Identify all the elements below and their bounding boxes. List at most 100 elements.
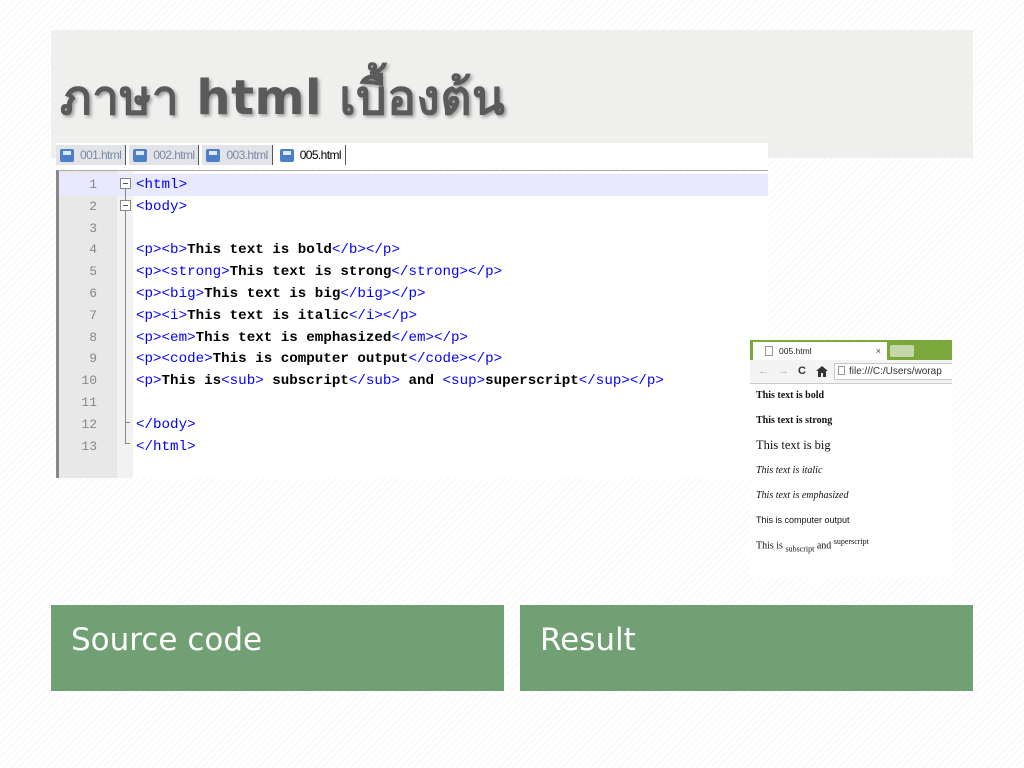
new-tab-button[interactable] [890, 345, 914, 357]
output-big: This text is big [756, 438, 831, 452]
output-sub-prefix: This is [756, 540, 783, 552]
caption-source-code-text: Source code [71, 622, 263, 658]
editor-tab-005[interactable]: 005.html [275, 145, 346, 165]
editor-tab-002[interactable]: 002.html [129, 145, 200, 165]
code-text-token: This text is big [204, 286, 341, 302]
code-text: <p>This is<sub> subscript</sub> and <sup… [136, 370, 664, 392]
code-tag-token: <html> [136, 177, 188, 193]
output-and: and [816, 540, 832, 552]
code-line[interactable]: 11 [59, 392, 768, 414]
editor-tab-003[interactable]: 003.html [202, 145, 273, 165]
browser-tab-title: 005.html [779, 346, 812, 356]
editor-tab-001[interactable]: 001.html [56, 145, 127, 165]
code-tag-token: </sub> [348, 373, 400, 390]
page-icon [765, 346, 773, 356]
code-tag-token: <sup> [442, 373, 486, 390]
back-arrow-icon[interactable]: ← [758, 365, 769, 377]
code-text: <p><big>This text is big</big></p> [136, 283, 426, 305]
code-tag-token: </em></p> [391, 329, 469, 346]
code-text-token: This text is emphasized [195, 329, 392, 346]
code-tag-token: <body> [136, 198, 188, 215]
fold-toggle-icon[interactable] [120, 178, 131, 189]
code-text: <p><code>This is computer output</code><… [136, 348, 502, 370]
save-file-icon [206, 148, 221, 162]
code-text: <html> [136, 174, 187, 196]
code-tag-token: <p><strong> [136, 264, 230, 281]
line-number: 2 [89, 198, 97, 214]
code-tag-token: </code></p> [408, 351, 503, 368]
line-number: 10 [81, 373, 97, 389]
caption-result: Result [520, 605, 973, 691]
code-tag-token: </strong></p> [391, 264, 503, 281]
line-number: 5 [89, 264, 97, 280]
code-editor[interactable]: 1 <html> 2 <body> 3 4 <p><b>This text is bold<… [56, 170, 768, 478]
forward-arrow-icon[interactable]: → [778, 365, 789, 377]
code-line[interactable]: 10 <p>This is<sub> subscript</sub> and <s… [59, 370, 768, 392]
line-number: 4 [89, 242, 97, 258]
editor-tab-label: 002.html [153, 148, 195, 162]
save-file-icon [279, 148, 294, 162]
browser-tab-bar: 005.html × [750, 340, 952, 360]
fold-toggle-icon[interactable] [120, 200, 131, 211]
code-line[interactable]: 4 <p><b>This text is bold</b></p> [59, 239, 768, 261]
address-bar[interactable]: file:///C:/Users/worap [834, 363, 952, 380]
line-number: 7 [89, 307, 97, 323]
code-line[interactable]: 13 </html> [59, 436, 768, 458]
code-tag-token: </i></p> [348, 307, 417, 324]
code-tag-token: </body> [136, 416, 196, 433]
code-text-token: This is computer output [212, 351, 409, 368]
fold-guide-line [125, 189, 126, 200]
code-tag-token: <p> [136, 373, 162, 390]
line-number: 1 [89, 177, 97, 192]
line-number: 9 [89, 351, 97, 367]
output-bold: This text is bold [756, 390, 825, 401]
fold-guide-end [125, 422, 130, 423]
line-number: 13 [81, 438, 97, 454]
line-number: 11 [81, 395, 97, 410]
code-line[interactable]: 6 <p><big>This text is big</big></p> [59, 283, 768, 305]
editor-tab-label: 001.html [80, 148, 122, 162]
code-line[interactable]: 5 <p><strong>This text is strong</strong>… [59, 261, 768, 283]
caption-result-text: Result [540, 622, 636, 658]
code-tag-token: </big></p> [340, 286, 426, 302]
code-tag-token: </b></p> [331, 242, 400, 259]
close-icon[interactable]: × [876, 342, 881, 360]
code-tag-token: </sup></p> [578, 373, 664, 390]
code-text: </body> [136, 414, 196, 436]
editor-tab-label: 003.html [226, 148, 268, 162]
save-file-icon [133, 148, 148, 162]
url-text: file:///C:/Users/worap [849, 366, 942, 377]
page-icon [838, 366, 845, 375]
line-number: 3 [89, 220, 97, 236]
code-tag-token: <p><i> [136, 307, 188, 324]
browser-window: 005.html × ← → C file:///C:/Users/worap … [750, 340, 952, 578]
browser-toolbar: ← → C file:///C:/Users/worap [750, 360, 952, 384]
output-subscript: subscript [785, 544, 815, 554]
code-tag-token: </html> [136, 438, 196, 455]
code-line[interactable]: 1 <html> [59, 174, 768, 196]
output-superscript: superscript [833, 537, 869, 546]
code-line[interactable]: 8 <p><em>This text is emphasized</em></p> [59, 327, 768, 349]
home-icon[interactable] [816, 366, 828, 377]
output-emphasized: This text is emphasized [756, 490, 849, 501]
code-tag-token: <p><b> [136, 242, 188, 259]
code-line[interactable]: 9 <p><code>This is computer output</code>… [59, 348, 768, 370]
fold-guide-end [125, 443, 130, 444]
code-text: <p><strong>This text is strong</strong><… [136, 261, 502, 283]
editor-tab-strip: 001.html 002.html 003.html 005.html [56, 143, 768, 167]
code-line[interactable]: 3 [59, 218, 768, 240]
editor-tab-label: 005.html [299, 148, 342, 162]
code-tag-token: <p><em> [136, 329, 196, 346]
code-line[interactable]: 7 <p><i>This text is italic</i></p> [59, 305, 768, 327]
reload-icon[interactable]: C [798, 365, 806, 377]
code-line[interactable]: 12 </body> [59, 414, 768, 436]
code-text-token: This is [161, 373, 222, 390]
output-code: This is computer output [756, 515, 850, 525]
code-text: <p><em>This text is emphasized</em></p> [136, 327, 468, 349]
browser-tab[interactable]: 005.html × [753, 342, 887, 360]
code-text: <body> [136, 196, 187, 218]
fold-guide-line [125, 211, 126, 443]
code-text-token: This text is bold [187, 242, 332, 259]
code-line[interactable]: 2 <body> [59, 196, 768, 218]
code-text-token: subscript [263, 373, 349, 390]
